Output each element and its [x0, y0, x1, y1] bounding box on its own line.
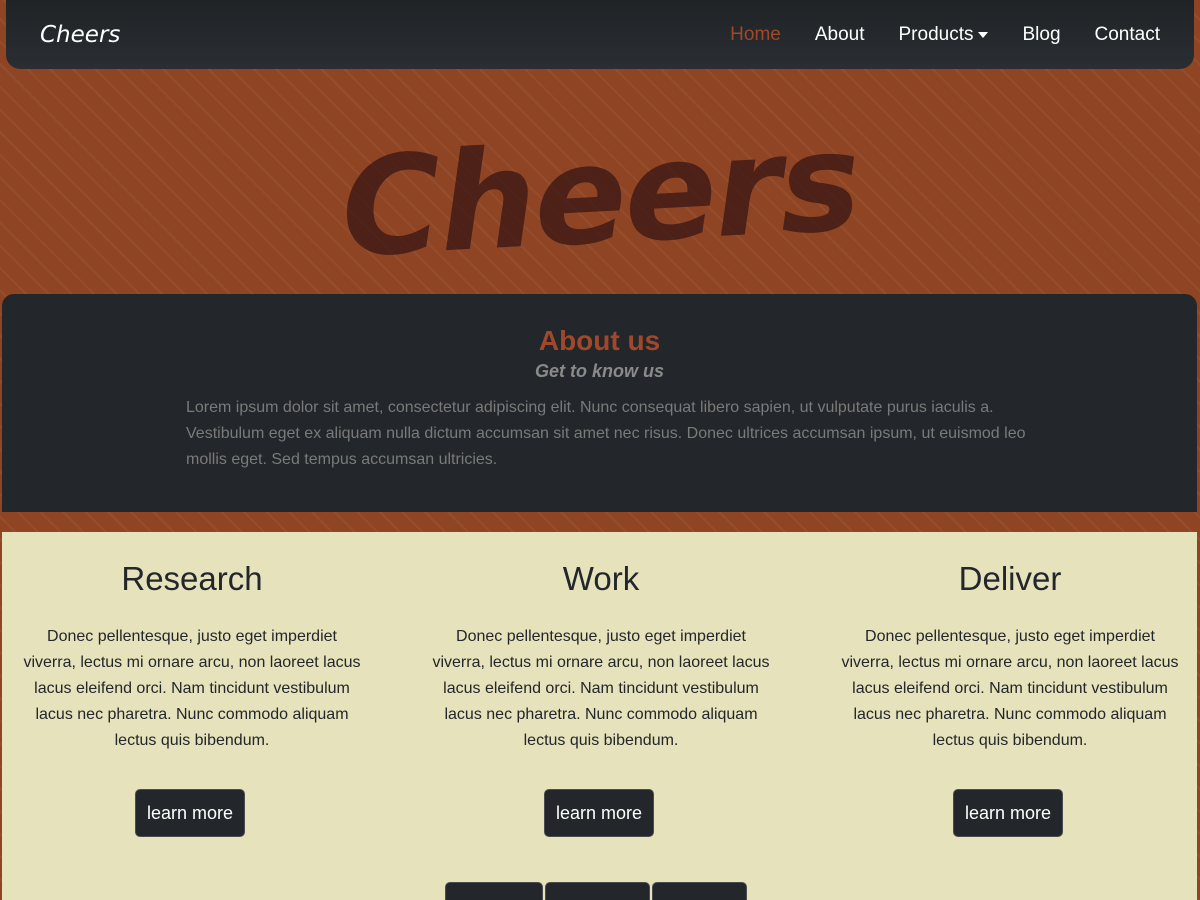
nav-home-label: Home — [730, 23, 781, 45]
nav-products-dropdown[interactable]: Products — [899, 24, 989, 46]
about-subtitle: Get to know us — [534, 361, 664, 381]
nav-links: Home About Products Blog Contact — [696, 24, 1160, 46]
about-section: About us Get to know us Lorem ipsum dolo… — [2, 294, 1197, 512]
learn-more-button[interactable]: learn more — [953, 789, 1063, 837]
feature-text: Donec pellentesque, justo eget imperdiet… — [23, 628, 361, 749]
navbar: Cheers Home About Products Blog Contact — [6, 0, 1194, 69]
features-section: Research Donec pellentesque, justo eget … — [2, 532, 1197, 900]
learn-more-button[interactable]: learn more — [544, 789, 654, 837]
hero-title: Cheers — [337, 103, 863, 289]
about-text: Lorem ipsum dolor sit amet, consectetur … — [186, 399, 1026, 468]
caret-down-icon — [978, 31, 989, 38]
nav-contact[interactable]: Contact — [1095, 24, 1160, 46]
feature-title: Research — [121, 560, 263, 597]
learn-more-button[interactable]: learn more — [135, 789, 245, 837]
brand-logo[interactable]: Cheers — [40, 22, 120, 48]
feature-title: Deliver — [958, 560, 1062, 597]
bottom-tab[interactable] — [545, 882, 650, 900]
bottom-tab[interactable] — [652, 882, 747, 900]
nav-contact-label: Contact — [1094, 23, 1160, 45]
nav-products-label: Products — [898, 23, 974, 45]
bottom-tab[interactable] — [445, 882, 543, 900]
feature-text: Donec pellentesque, justo eget imperdiet… — [841, 628, 1179, 749]
feature-title: Work — [562, 560, 640, 597]
nav-blog[interactable]: Blog — [1022, 24, 1060, 46]
about-title: About us — [538, 325, 661, 356]
nav-about-label: About — [814, 23, 865, 45]
nav-blog-label: Blog — [1022, 23, 1061, 45]
nav-about[interactable]: About — [815, 24, 865, 46]
nav-home[interactable]: Home — [730, 24, 781, 46]
bottom-tab-bar — [445, 882, 749, 900]
feature-text: Donec pellentesque, justo eget imperdiet… — [432, 628, 770, 749]
